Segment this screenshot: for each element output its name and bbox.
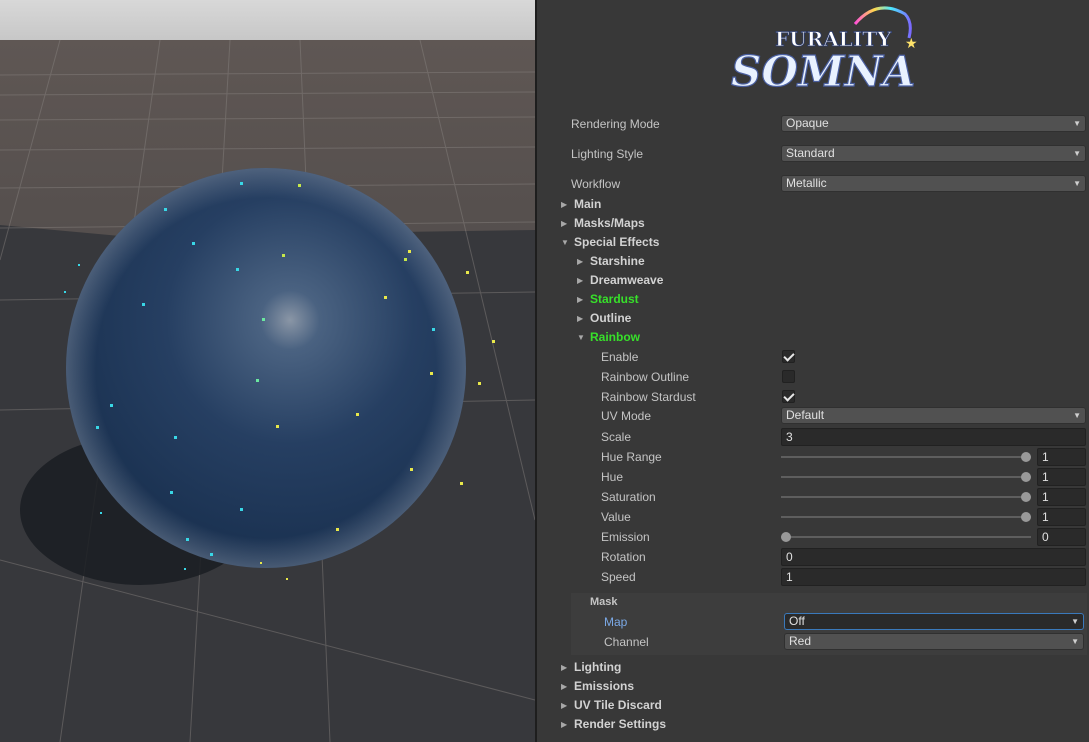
- saturation-slider-knob[interactable]: [1021, 492, 1031, 502]
- saturation-label: Saturation: [601, 490, 656, 504]
- rotation-label: Rotation: [601, 550, 646, 564]
- lighting-style-dropdown[interactable]: Standard ▼: [781, 145, 1086, 162]
- hue-row: Hue 1: [537, 467, 1089, 487]
- rainbow-stardust-checkbox[interactable]: [782, 390, 795, 403]
- dropdown-arrow-icon: ▼: [1071, 637, 1079, 646]
- value-field[interactable]: 1: [1037, 508, 1086, 526]
- rendering-mode-dropdown[interactable]: Opaque ▼: [781, 115, 1086, 132]
- triangle-right-icon: ▶: [561, 720, 568, 729]
- map-label: Map: [604, 615, 628, 629]
- lighting-style-row: Lighting Style Standard ▼: [537, 144, 1089, 164]
- rainbow-enable-row: Enable: [537, 347, 1089, 367]
- foldout-lighting[interactable]: ▶ Lighting: [561, 658, 621, 677]
- enable-checkbox[interactable]: [782, 350, 795, 363]
- triangle-right-icon: ▶: [577, 295, 584, 304]
- furality-somna-logo: ★ FURALITY SOMNA: [727, 2, 927, 102]
- rotation-row: Rotation 0: [537, 547, 1089, 567]
- dropdown-arrow-icon: ▼: [1071, 617, 1079, 626]
- emission-field[interactable]: 0: [1037, 528, 1086, 546]
- rainbow-stardust-row: Rainbow Stardust: [537, 387, 1089, 407]
- triangle-down-icon: ▼: [561, 238, 569, 247]
- foldout-outline[interactable]: ▶ Outline: [577, 309, 631, 328]
- emission-row: Emission 0: [537, 527, 1089, 547]
- dropdown-arrow-icon: ▼: [1073, 119, 1081, 128]
- dropdown-arrow-icon: ▼: [1073, 179, 1081, 188]
- value-slider-track[interactable]: [781, 516, 1031, 518]
- triangle-right-icon: ▶: [561, 200, 568, 209]
- value-label: Value: [601, 510, 631, 524]
- rainbow-outline-label: Rainbow Outline: [601, 370, 690, 384]
- rotation-field[interactable]: 0: [781, 548, 1086, 566]
- dropdown-arrow-icon: ▼: [1073, 149, 1081, 158]
- scene-viewport[interactable]: [0, 0, 535, 742]
- hue-range-slider-track[interactable]: [781, 456, 1031, 458]
- triangle-right-icon: ▶: [577, 276, 584, 285]
- dropdown-arrow-icon: ▼: [1073, 411, 1081, 420]
- rendering-mode-label: Rendering Mode: [571, 117, 660, 131]
- hue-slider-knob[interactable]: [1021, 472, 1031, 482]
- hue-range-row: Hue Range 1: [537, 447, 1089, 467]
- scale-label: Scale: [601, 430, 632, 444]
- scale-row: Scale 3: [537, 427, 1089, 447]
- emission-label: Emission: [601, 530, 650, 544]
- triangle-right-icon: ▶: [561, 682, 568, 691]
- triangle-right-icon: ▶: [561, 701, 568, 710]
- mask-title: Mask: [590, 596, 618, 608]
- emission-slider-knob[interactable]: [781, 532, 791, 542]
- foldout-main[interactable]: ▶ Main: [561, 195, 601, 214]
- scale-field[interactable]: 3: [781, 428, 1086, 446]
- saturation-slider-track[interactable]: [781, 496, 1031, 498]
- material-inspector: ★ FURALITY SOMNA Rendering Mode Opaque ▼…: [537, 0, 1089, 742]
- hue-range-label: Hue Range: [601, 450, 662, 464]
- value-slider-knob[interactable]: [1021, 512, 1031, 522]
- saturation-row: Saturation 1: [537, 487, 1089, 507]
- hue-range-slider-knob[interactable]: [1021, 452, 1031, 462]
- triangle-right-icon: ▶: [561, 219, 568, 228]
- foldout-starshine[interactable]: ▶ Starshine: [577, 252, 645, 271]
- rendering-mode-row: Rendering Mode Opaque ▼: [537, 114, 1089, 134]
- hue-field[interactable]: 1: [1037, 468, 1086, 486]
- channel-label: Channel: [604, 635, 649, 649]
- channel-dropdown[interactable]: Red ▼: [784, 633, 1084, 650]
- triangle-down-icon: ▼: [577, 333, 585, 342]
- rainbow-stardust-label: Rainbow Stardust: [601, 390, 696, 404]
- workflow-dropdown[interactable]: Metallic ▼: [781, 175, 1086, 192]
- mask-title-row: Mask: [537, 592, 1089, 612]
- scene-render: [0, 0, 535, 742]
- emission-slider-track[interactable]: [781, 536, 1031, 538]
- triangle-right-icon: ▶: [577, 257, 584, 266]
- speed-field[interactable]: 1: [781, 568, 1086, 586]
- hue-range-field[interactable]: 1: [1037, 448, 1086, 466]
- foldout-dreamweave[interactable]: ▶ Dreamweave: [577, 271, 663, 290]
- foldout-emissions[interactable]: ▶ Emissions: [561, 677, 634, 696]
- speed-label: Speed: [601, 570, 636, 584]
- mask-map-row: Map Off ▼: [537, 612, 1089, 632]
- foldout-stardust[interactable]: ▶ Stardust: [577, 290, 639, 309]
- saturation-field[interactable]: 1: [1037, 488, 1086, 506]
- rainbow-outline-row: Rainbow Outline: [537, 367, 1089, 387]
- speed-row: Speed 1: [537, 567, 1089, 587]
- foldout-special-effects[interactable]: ▼ Special Effects: [561, 233, 659, 252]
- value-row: Value 1: [537, 507, 1089, 527]
- triangle-right-icon: ▶: [577, 314, 584, 323]
- svg-text:SOMNA: SOMNA: [731, 47, 915, 96]
- lighting-style-label: Lighting Style: [571, 147, 644, 161]
- triangle-right-icon: ▶: [561, 663, 568, 672]
- map-dropdown[interactable]: Off ▼: [784, 613, 1084, 630]
- uv-mode-label: UV Mode: [601, 409, 652, 423]
- foldout-uv-tile-discard[interactable]: ▶ UV Tile Discard: [561, 696, 662, 715]
- uv-mode-row: UV Mode Default ▼: [537, 406, 1089, 426]
- foldout-rainbow[interactable]: ▼ Rainbow: [577, 328, 640, 347]
- hue-label: Hue: [601, 470, 624, 484]
- uv-mode-dropdown[interactable]: Default ▼: [781, 407, 1086, 424]
- mask-channel-row: Channel Red ▼: [537, 632, 1089, 652]
- workflow-row: Workflow Metallic ▼: [537, 174, 1089, 194]
- enable-label: Enable: [601, 350, 639, 364]
- workflow-label: Workflow: [571, 177, 621, 191]
- foldout-render-settings[interactable]: ▶ Render Settings: [561, 715, 666, 734]
- rainbow-outline-checkbox[interactable]: [782, 370, 795, 383]
- foldout-masks-maps[interactable]: ▶ Masks/Maps: [561, 214, 645, 233]
- hue-slider-track[interactable]: [781, 476, 1031, 478]
